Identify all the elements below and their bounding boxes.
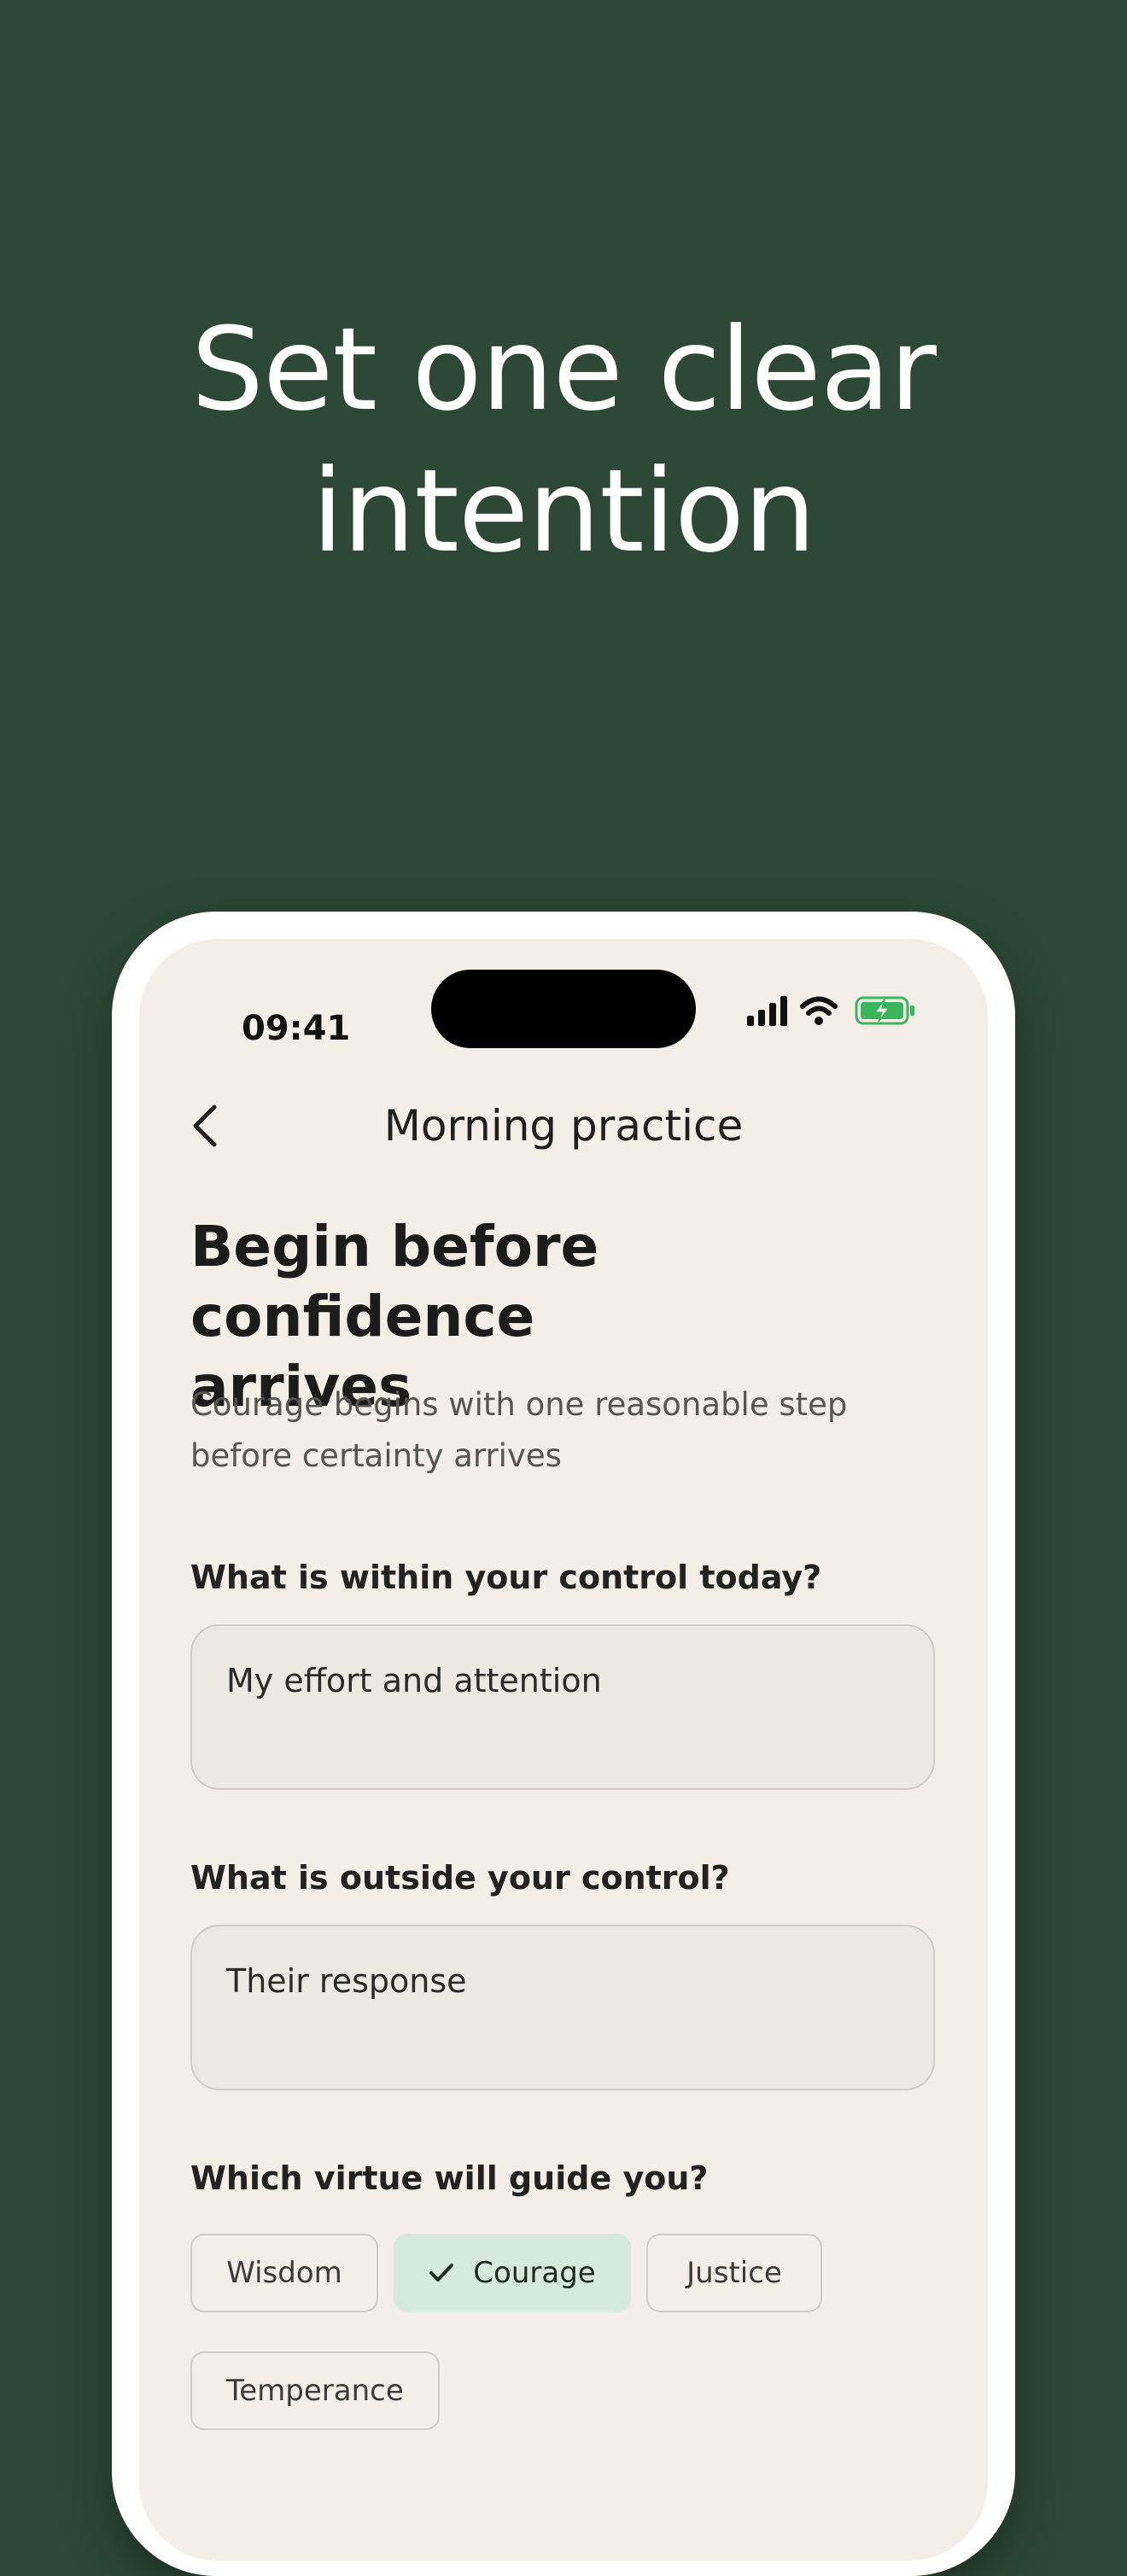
virtue-chip-courage[interactable]: Courage xyxy=(394,2234,631,2312)
virtue-chip-label: Wisdom xyxy=(226,2256,342,2290)
headline-line-2: intention xyxy=(312,445,816,578)
control-question-label: What is within your control today? xyxy=(190,1559,822,1596)
control-input[interactable]: My effort and attention xyxy=(190,1624,935,1790)
virtue-chip-label: Courage xyxy=(473,2256,596,2290)
page-title-line-1: Begin before confidence xyxy=(190,1214,599,1349)
outside-question-label: What is outside your control? xyxy=(190,1859,730,1897)
virtue-chip-temperance[interactable]: Temperance xyxy=(190,2352,440,2430)
headline: Set one clear intention xyxy=(0,299,1127,582)
virtue-chip-label: Justice xyxy=(686,2256,782,2290)
virtue-chip-label: Temperance xyxy=(226,2374,404,2408)
outside-input[interactable]: Their response xyxy=(190,1925,935,2090)
page-subtitle: Courage begins with one reasonable step … xyxy=(190,1379,942,1482)
wifi-icon xyxy=(800,996,838,1025)
status-time: 09:41 xyxy=(242,1009,351,1048)
battery-charging-icon xyxy=(855,996,914,1025)
dynamic-island xyxy=(431,970,696,1048)
virtue-chip-justice[interactable]: Justice xyxy=(646,2234,822,2312)
headline-line-1: Set one clear xyxy=(190,303,937,436)
nav-title: Morning practice xyxy=(383,1101,744,1151)
signal-icon xyxy=(747,996,787,1026)
virtue-chip-wisdom[interactable]: Wisdom xyxy=(190,2234,378,2312)
phone-frame: 09:41 Morning practice Begin before conf… xyxy=(112,912,1015,2576)
page-subtitle-line-2: before certainty arrives xyxy=(190,1437,562,1474)
phone-screen: 09:41 Morning practice Begin before conf… xyxy=(139,939,988,2561)
checkmark-icon xyxy=(429,2262,454,2284)
virtue-question-label: Which virtue will guide you? xyxy=(190,2159,709,2197)
page-subtitle-line-1: Courage begins with one reasonable step xyxy=(190,1386,848,1423)
